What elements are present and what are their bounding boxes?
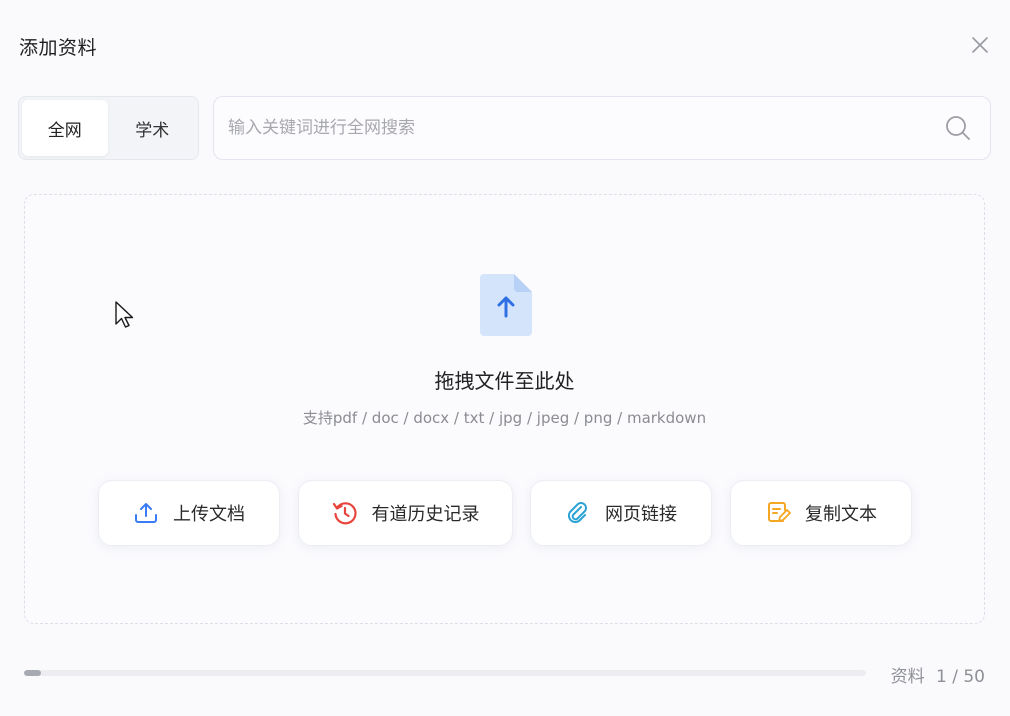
search-scope-toggle: 全网 学术 bbox=[18, 96, 199, 160]
upload-actions: 上传文档 有道历史记录 网页链接 复制文本 bbox=[25, 480, 984, 546]
search-bar bbox=[213, 96, 991, 160]
search-icon bbox=[946, 116, 970, 140]
file-dropzone[interactable]: 拖拽文件至此处 支持pdf / doc / docx / txt / jpg /… bbox=[24, 194, 985, 624]
tab-academic[interactable]: 学术 bbox=[110, 100, 196, 156]
dropzone-formats: 支持pdf / doc / docx / txt / jpg / jpeg / … bbox=[302, 409, 707, 427]
web-link-button[interactable]: 网页链接 bbox=[530, 480, 712, 546]
close-icon bbox=[972, 37, 988, 53]
upload-document-button[interactable]: 上传文档 bbox=[98, 480, 280, 546]
note-edit-icon bbox=[765, 500, 791, 526]
paste-text-label: 复制文本 bbox=[805, 504, 877, 525]
paste-text-button[interactable]: 复制文本 bbox=[730, 480, 912, 546]
material-quota-progress bbox=[24, 670, 866, 676]
web-link-label: 网页链接 bbox=[605, 504, 677, 525]
material-count-value: 1 / 50 bbox=[936, 667, 985, 687]
add-material-dialog: 添加资料 全网 学术 拖拽文件至此处 支持pdf / doc / docx / … bbox=[0, 0, 1010, 716]
dialog-title: 添加资料 bbox=[19, 37, 98, 59]
file-upload-icon bbox=[480, 274, 532, 336]
material-count: 资料 1 / 50 bbox=[885, 662, 985, 687]
material-count-label: 资料 bbox=[890, 667, 925, 687]
history-icon bbox=[332, 500, 358, 526]
search-input[interactable] bbox=[214, 97, 944, 159]
youdao-history-label: 有道历史记录 bbox=[371, 504, 480, 525]
upload-document-label: 上传文档 bbox=[173, 504, 245, 525]
youdao-history-button[interactable]: 有道历史记录 bbox=[298, 480, 513, 546]
upload-icon bbox=[133, 500, 159, 526]
tab-web[interactable]: 全网 bbox=[22, 100, 108, 156]
material-quota-progress-fill bbox=[24, 670, 41, 676]
close-button[interactable] bbox=[968, 33, 992, 57]
dropzone-title: 拖拽文件至此处 bbox=[434, 369, 575, 393]
search-button[interactable] bbox=[944, 114, 972, 142]
link-icon bbox=[565, 500, 591, 526]
